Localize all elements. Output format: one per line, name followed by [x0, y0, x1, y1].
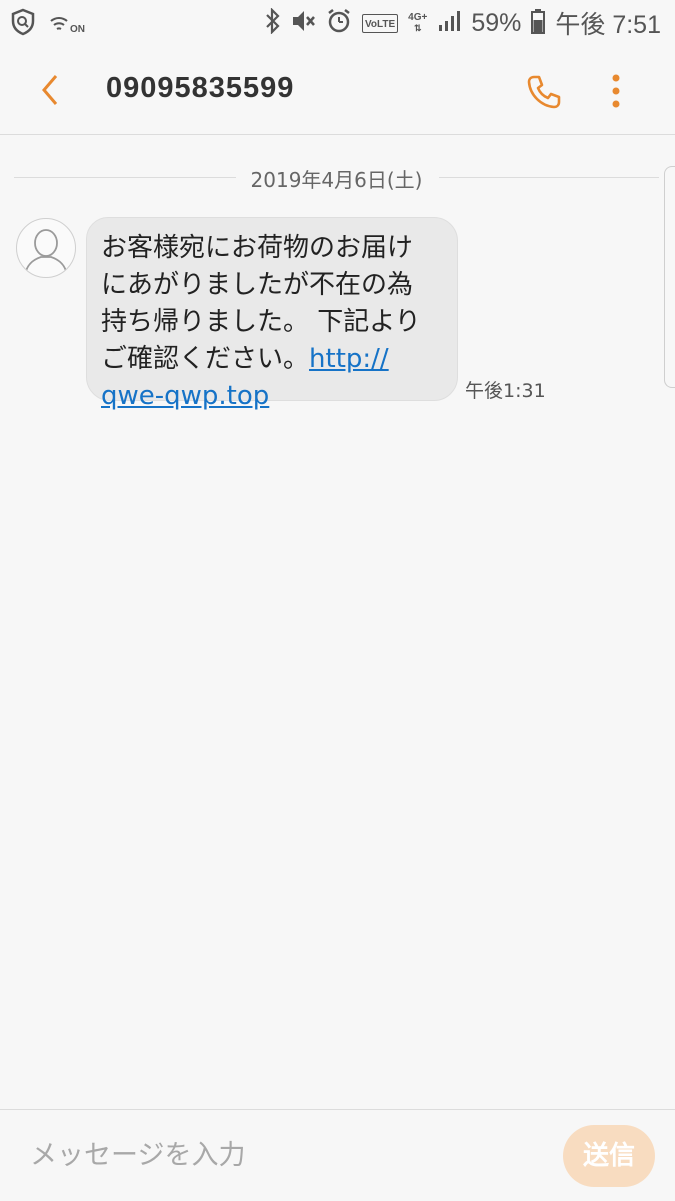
message-line: お客様宛にお荷物のお届け [101, 233, 414, 263]
send-button[interactable]: 送信 [563, 1125, 655, 1187]
date-label: 2019年4月6日(土) [250, 168, 423, 192]
more-vertical-icon [612, 74, 620, 108]
message-input[interactable] [30, 1132, 530, 1178]
battery-percent: 59% [471, 8, 522, 37]
status-bar: ON VoLTE 4G+ ⇅ 59% 午後 7:51 [0, 0, 675, 46]
network-icon: 4G+ ⇅ [408, 12, 428, 33]
avatar[interactable] [16, 218, 76, 278]
alarm-icon [326, 8, 352, 38]
divider [439, 177, 659, 178]
volte-label: VoLTE [364, 18, 396, 30]
date-separator: 2019年4月6日(土) [14, 164, 659, 194]
shield-search-icon [10, 8, 36, 40]
scroll-handle[interactable] [664, 166, 675, 388]
message-bubble[interactable]: お客様宛にお荷物のお届け にあがりましたが不在の為 持ち帰りました。 下記より … [86, 217, 458, 411]
more-options-button[interactable] [604, 70, 628, 114]
message-line: ご確認ください。http:// [101, 341, 441, 378]
message-line-text: ご確認ください。 [101, 344, 310, 374]
chevron-left-icon [42, 75, 58, 105]
network-label: 4G+ [408, 12, 428, 23]
message-line: 持ち帰りました。 下記より [101, 307, 421, 337]
message-text: お客様宛にお荷物のお届け にあがりましたが不在の為 持ち帰りました。 下記より … [101, 230, 441, 415]
call-button[interactable] [522, 70, 566, 114]
message-timestamp: 午後1:31 [465, 380, 546, 402]
contact-title: 09095835599 [106, 72, 295, 104]
message-line: にあがりましたが不在の為 [101, 270, 414, 300]
battery-icon [531, 8, 546, 38]
mute-icon [290, 8, 316, 38]
phone-icon [527, 75, 561, 109]
message-link[interactable]: http:// [309, 344, 389, 374]
bluetooth-icon [266, 7, 280, 38]
signal-icon [437, 9, 461, 37]
message-line: qwe-qwp.top [101, 378, 441, 415]
nfc-icon: ON [48, 13, 85, 35]
volte-icon: VoLTE [361, 13, 399, 33]
composer-bar: 送信 [0, 1109, 675, 1201]
clock: 午後 7:51 [555, 11, 661, 39]
person-icon [24, 229, 68, 276]
back-button[interactable] [30, 68, 74, 112]
message-link-continued[interactable]: qwe-qwp.top [101, 381, 269, 411]
nfc-label: ON [70, 24, 85, 35]
conversation-header: 09095835599 [0, 46, 675, 135]
